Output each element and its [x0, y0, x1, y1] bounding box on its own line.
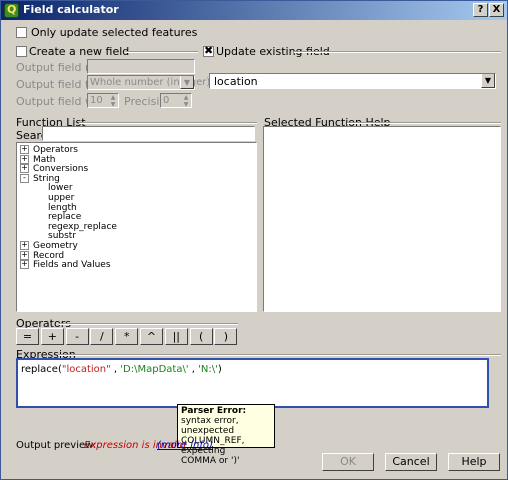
cancel-button[interactable]: Cancel [385, 453, 437, 471]
expression-token: ) [217, 364, 222, 375]
tree-item-label: String [33, 173, 60, 184]
create-field-group-line [126, 51, 198, 53]
expression-token: 'D:\MapData\' [120, 364, 189, 375]
chevron-down-icon: ▼ [180, 76, 194, 89]
create-new-field-checkbox[interactable] [16, 46, 27, 57]
tooltip-line: COMMA or ')' [181, 456, 240, 466]
expand-icon[interactable]: + [20, 260, 29, 270]
only-update-selected-label: Only update selected features [31, 26, 198, 39]
operators-group-line [59, 323, 238, 325]
spin-arrows-icon: ▲ ▼ [181, 94, 191, 108]
window-title: Field calculator [23, 3, 119, 16]
tree-item-label: substr [48, 231, 77, 242]
chevron-down-icon: ▼ [481, 74, 495, 88]
operator-button[interactable]: / [90, 328, 114, 345]
field-calculator-window: Field calculator ? X Only update selecte… [0, 0, 508, 480]
help-group-line [347, 122, 501, 124]
existing-field-value: location [214, 75, 258, 88]
expression-token: 'N:\' [198, 364, 218, 375]
only-update-selected-checkbox[interactable] [16, 27, 27, 38]
expression-token: replace( [21, 364, 62, 375]
operator-button[interactable]: ^ [140, 328, 163, 345]
close-button[interactable]: X [489, 3, 504, 17]
existing-field-select[interactable]: location ▼ [209, 73, 496, 89]
tooltip-title: Parser Error: [181, 406, 247, 416]
expression-editor[interactable]: replace("location" , 'D:\MapData\' , 'N:… [16, 358, 489, 408]
collapse-icon[interactable]: - [20, 173, 29, 183]
operator-button[interactable]: ( [189, 328, 213, 345]
operator-button[interactable]: || [164, 328, 188, 345]
tooltip-line: syntax error, unexpected [181, 416, 239, 436]
help-button[interactable]: Help [448, 453, 500, 471]
precision-value: 0 [163, 95, 170, 106]
operator-button[interactable]: + [40, 328, 64, 345]
output-field-width-value: 10 [90, 95, 103, 106]
function-tree[interactable]: + Operators + Math + Conversions - String lower u… [16, 142, 257, 312]
function-list-group-line [79, 122, 257, 124]
more-info-link[interactable]: (more info) [157, 440, 213, 451]
expand-icon[interactable]: + [20, 241, 29, 250]
function-search-input[interactable] [42, 126, 255, 141]
qgis-app-icon [4, 3, 19, 18]
spin-arrows-icon: ▲ ▼ [108, 94, 118, 108]
tree-item-label: upper [48, 193, 75, 203]
ok-button[interactable]: OK [322, 453, 374, 471]
output-field-type-select[interactable]: Whole number (integer) ▼ [87, 75, 210, 90]
precision-spinbox[interactable]: 0 ▲ ▼ [160, 93, 192, 108]
operator-button[interactable]: - [65, 328, 89, 345]
tree-item-label: lower [48, 183, 73, 194]
expression-group-line [58, 354, 501, 356]
tree-item-label: length [48, 202, 77, 213]
operator-button[interactable]: * [115, 328, 139, 345]
tree-item-label: Math [33, 154, 56, 165]
function-help-panel [263, 126, 501, 312]
output-field-name-input[interactable] [87, 59, 195, 74]
expression-token: , [110, 364, 121, 375]
update-field-group-line [294, 51, 501, 53]
tree-item-label: regexp_replace [48, 221, 117, 232]
help-title-button[interactable]: ? [473, 3, 488, 17]
tree-item-label: Geometry [33, 241, 78, 251]
expression-token: , [188, 364, 199, 375]
expression-text: replace("location" , 'D:\MapData\' , 'N:… [21, 364, 222, 375]
update-existing-field-checkbox[interactable] [203, 44, 214, 57]
tree-item-label: Operators [33, 145, 78, 155]
expand-icon[interactable]: + [20, 145, 29, 154]
operator-button[interactable]: ) [214, 328, 238, 345]
tree-item-label: replace [48, 212, 82, 223]
tree-item-label: Record [33, 250, 65, 261]
output-field-width-spinbox[interactable]: 10 ▲ ▼ [87, 93, 119, 108]
expand-icon[interactable]: + [20, 164, 29, 174]
expression-token: "location" [61, 364, 111, 375]
title-bar[interactable]: Field calculator ? X [1, 1, 507, 20]
tree-item-label: Conversions [33, 164, 89, 175]
operator-button[interactable]: = [16, 328, 39, 345]
tree-item-label: Fields and Values [33, 260, 111, 271]
create-new-field-label: Create a new field [29, 45, 130, 58]
